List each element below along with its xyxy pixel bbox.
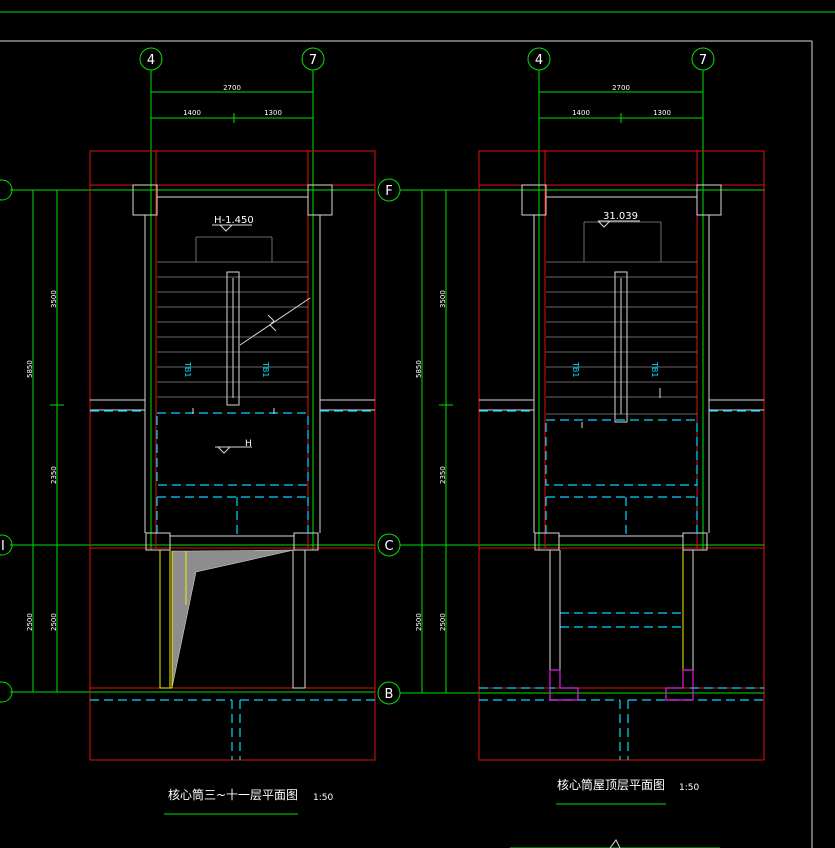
dim-5850-right: 5850: [415, 360, 423, 378]
stair-treads-left: [157, 236, 311, 406]
plan-scale-right: 1:50: [679, 783, 699, 793]
dim-left: 1400: [183, 109, 201, 117]
slab-outline-right: [478, 150, 765, 761]
column-stub-right: [665, 669, 694, 701]
right-plan: 4 7 F C B 2700 1400 1300 5850 3500 2350 …: [377, 47, 765, 805]
beams-left: [90, 410, 375, 760]
axis-label-4: 4: [147, 53, 155, 68]
dim-2350: 2350: [50, 466, 58, 484]
dim-total: 2700: [223, 84, 241, 92]
stair-label-right-2: TB1: [650, 361, 659, 377]
stair-treads-right: [546, 221, 697, 423]
axis-label-7-right: 7: [699, 53, 707, 68]
beams-right: [479, 410, 764, 760]
void-fill: [171, 549, 295, 689]
dim-2500-right-b: 2500: [439, 613, 447, 631]
stair-label-right-1: TB1: [571, 361, 580, 377]
axis-label-4-right: 4: [535, 53, 543, 68]
axis-label-B: B: [385, 687, 394, 702]
dim-3500-right: 3500: [439, 290, 447, 308]
stair-label-left-2: TB1: [261, 361, 270, 377]
dim-total-right: 2700: [612, 84, 630, 92]
dim-5850: 5850: [26, 360, 34, 378]
axis-label-partial: I: [1, 539, 5, 554]
axis-label-7: 7: [309, 53, 317, 68]
axis-label-C: C: [384, 539, 393, 554]
slab-outline: [89, 150, 376, 761]
dim-2500-a: 2500: [26, 613, 34, 631]
dim-3500: 3500: [50, 290, 58, 308]
dim-right-right: 1300: [653, 109, 671, 117]
dim-2350-right: 2350: [439, 466, 447, 484]
plan-title-right: 核心筒屋顶层平面图: [557, 777, 665, 792]
plan-title-left: 核心筒三~十一层平面图: [168, 787, 298, 802]
dim-left-right: 1400: [572, 109, 590, 117]
stair-label-left-1: TB1: [183, 361, 192, 377]
axis-label-F: F: [385, 184, 392, 199]
dim-2500-b: 2500: [50, 613, 58, 631]
left-plan: 4 7 I 2700 1400 1300 5850 3500 2350 2500…: [0, 47, 376, 815]
elevation-label-left: H-1.450: [214, 215, 254, 226]
plan-scale-left: 1:50: [313, 793, 333, 803]
column-left-mid: [145, 532, 171, 551]
elevation-label-right: 31.039: [603, 211, 638, 222]
column-stub-left: [549, 669, 579, 701]
dim-2500-right-a: 2500: [415, 613, 423, 631]
column-right-mid: [293, 532, 319, 551]
cad-drawing-canvas: 4 7 I 2700 1400 1300 5850 3500 2350 2500…: [0, 11, 835, 848]
dim-right: 1300: [264, 109, 282, 117]
